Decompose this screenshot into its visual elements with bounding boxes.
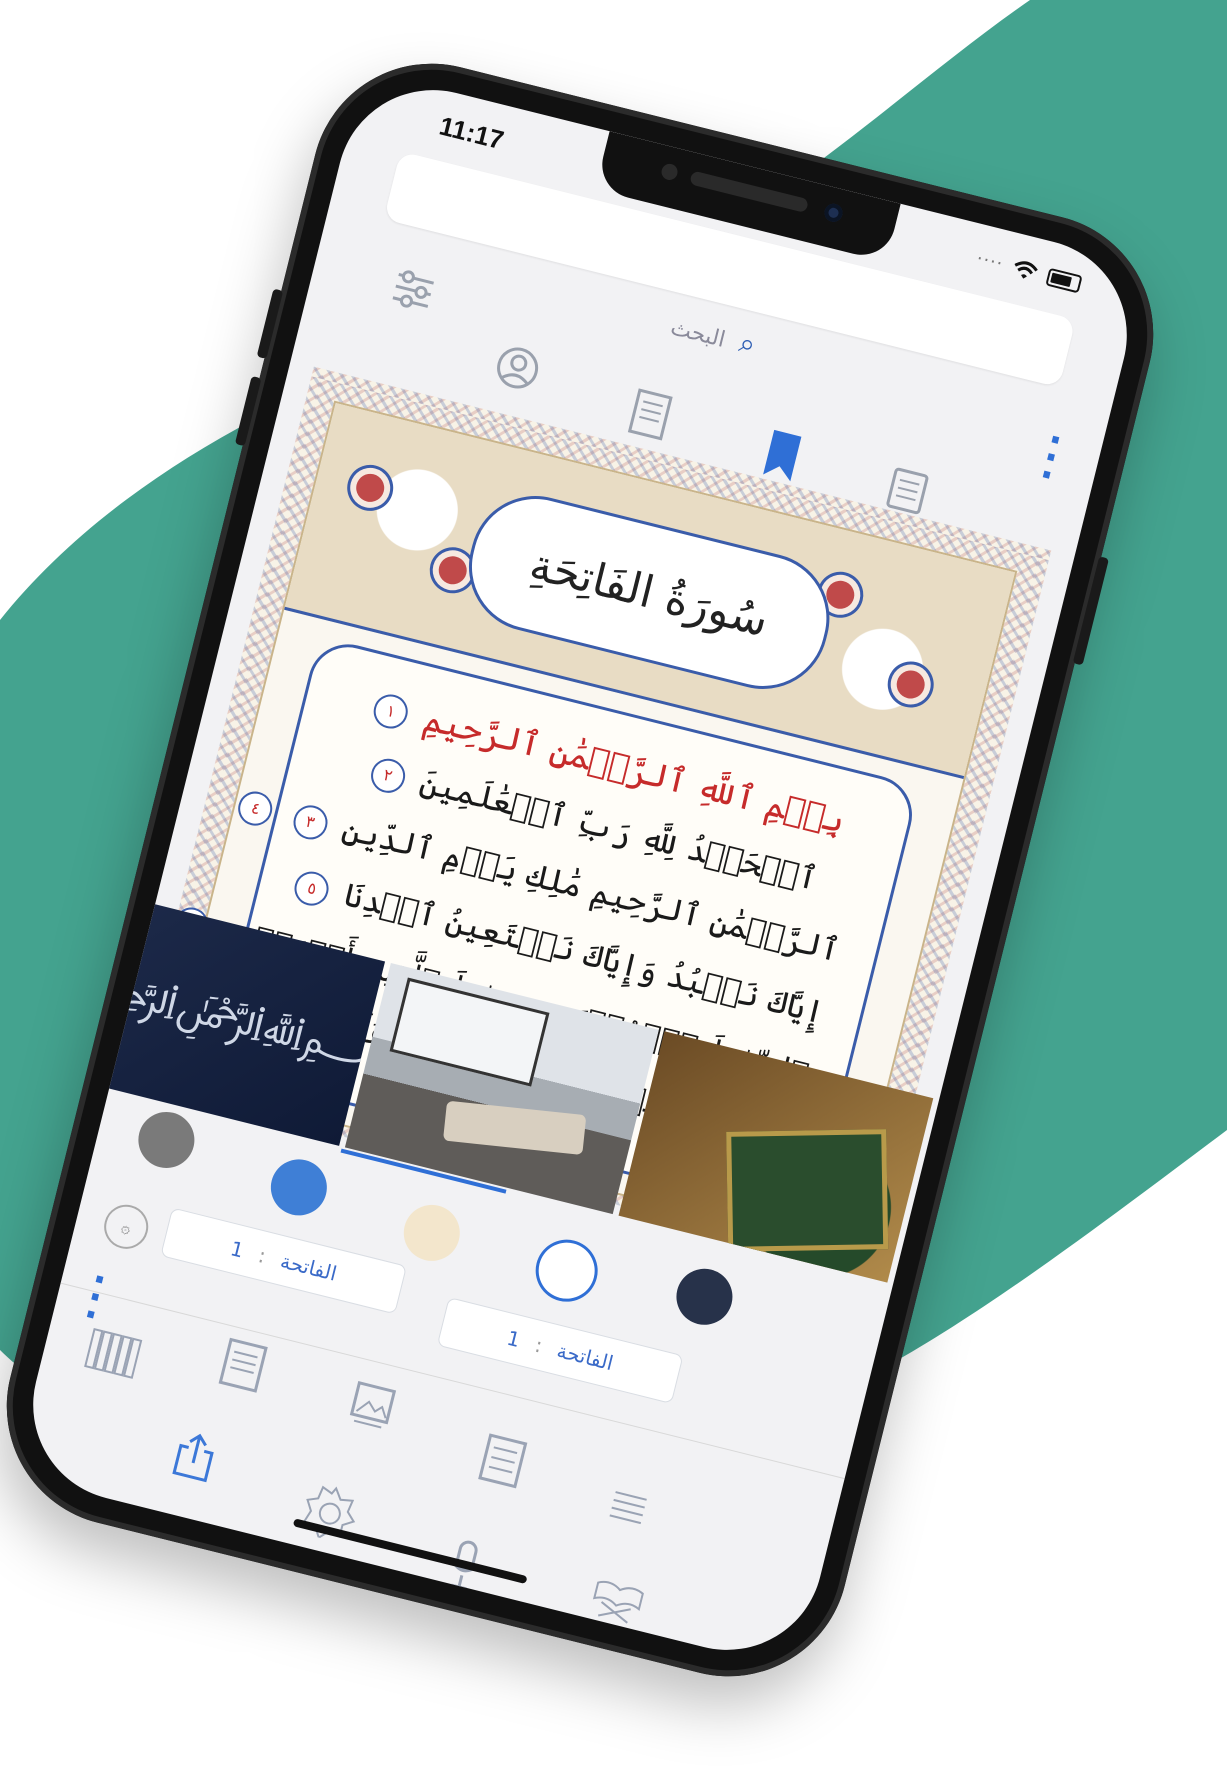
ornament-flower <box>435 553 470 588</box>
color-swatch[interactable] <box>670 1262 739 1331</box>
ayah-marker: ٥ <box>291 867 333 909</box>
share-icon[interactable] <box>167 1427 222 1486</box>
search-icon: ⌕ <box>735 325 760 362</box>
range-to-ayah: 1 <box>504 1325 523 1353</box>
bookmark-icon[interactable] <box>757 427 808 485</box>
lines-icon[interactable] <box>603 1483 652 1535</box>
ayah-marker: ٤ <box>235 787 277 829</box>
range-from-surah: الفاتحة <box>278 1248 340 1286</box>
speaker-grille <box>689 170 810 214</box>
quran-cover-graphic <box>726 1129 889 1252</box>
front-camera <box>822 201 845 224</box>
surah-title: سُورَةُ الفَاتِحَةِ <box>455 482 844 703</box>
sensor <box>659 162 680 182</box>
sliders-icon[interactable] <box>387 264 440 317</box>
ayah-marker: ٣ <box>289 801 331 843</box>
color-swatch[interactable] <box>132 1106 201 1174</box>
status-time: 11:17 <box>436 110 507 156</box>
image-icon[interactable] <box>344 1378 399 1437</box>
range-from-ayah: 1 <box>228 1236 247 1263</box>
user-icon[interactable] <box>491 341 544 394</box>
ornament-flower <box>893 667 928 702</box>
ayah-badge-icon[interactable]: ۞ <box>99 1200 153 1254</box>
quran-stand-icon[interactable] <box>586 1572 649 1628</box>
battery-icon <box>1045 267 1083 293</box>
range-separator: : <box>532 1332 545 1358</box>
range-to-surah: الفاتحة <box>554 1338 616 1376</box>
page-icon[interactable] <box>216 1336 271 1395</box>
color-swatch[interactable] <box>532 1236 601 1305</box>
book-icon[interactable] <box>623 385 678 444</box>
system-icons: ···· <box>974 248 1083 294</box>
library-icon[interactable] <box>80 1322 146 1382</box>
text-page-icon[interactable] <box>475 1431 530 1490</box>
book-graphic <box>442 1100 587 1155</box>
more-vertical-icon[interactable]: · · · <box>1035 419 1067 497</box>
ayah-marker: ١ <box>370 690 412 733</box>
color-swatch[interactable] <box>397 1198 466 1267</box>
wifi-icon <box>1014 260 1038 279</box>
range-separator: : <box>255 1243 269 1269</box>
color-swatch[interactable] <box>264 1153 333 1222</box>
signal-icon: ···· <box>974 248 1006 276</box>
search-label: البحث <box>667 315 728 353</box>
ornament-flower <box>353 470 388 505</box>
ayah-marker: ٢ <box>367 754 409 796</box>
